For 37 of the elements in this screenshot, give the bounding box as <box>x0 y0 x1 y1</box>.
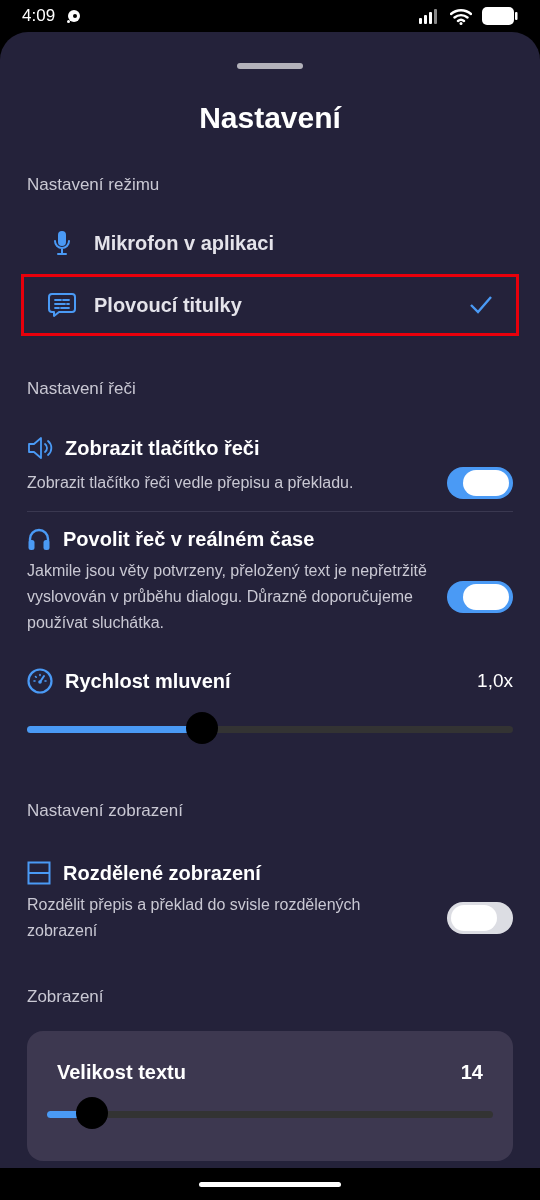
battery-icon <box>482 7 518 25</box>
home-indicator[interactable] <box>199 1181 341 1187</box>
section-heading: Nastavení řeči <box>27 377 137 400</box>
drag-handle[interactable] <box>237 63 303 69</box>
wifi-icon <box>450 7 472 25</box>
mode-option[interactable]: Mikrofon v aplikaci <box>21 211 519 274</box>
card-title: Velikost textu <box>57 1060 187 1085</box>
slider[interactable] <box>27 712 513 746</box>
toggle-switch[interactable] <box>447 467 513 499</box>
toggle-switch[interactable] <box>447 901 513 934</box>
status-time: 4:09 <box>22 5 56 28</box>
section-heading: Nastavení režimu <box>27 174 161 196</box>
section-heading: Nastavení zobrazení <box>27 800 184 822</box>
microphone-icon <box>53 229 71 256</box>
speaker-icon <box>27 436 53 460</box>
speedometer-icon <box>27 668 53 694</box>
setting-description: Rozdělit přepis a překlad do svisle rozdělených zobrazení <box>27 894 362 941</box>
setting-description: Jakmile jsou věty potvrzeny, přeložený text je nepřetržitě vyslovován v průběhu dialogu. Důrazně doporučujeme používat sluchátka. <box>27 561 428 633</box>
checkmark-icon <box>470 295 492 314</box>
option-label: Plovoucí titulky <box>94 292 243 318</box>
sheet-title: Nastavení <box>198 100 343 136</box>
speed-value: 1,0x <box>477 668 513 693</box>
text-size-value: 14 <box>460 1060 483 1085</box>
split-view-icon <box>27 860 51 885</box>
section-heading: Zobrazení <box>27 985 105 1008</box>
slider[interactable] <box>47 1097 493 1131</box>
headphones-icon <box>27 527 51 551</box>
setting-title: Zobrazit tlačítko řeči <box>65 436 260 461</box>
setting-title: Rozdělené zobrazení <box>63 860 261 886</box>
mode-option[interactable]: Plovoucí titulky <box>21 273 519 336</box>
signal-icon <box>418 8 440 24</box>
setting-description: Zobrazit tlačítko řeči vedle přepisu a překladu. <box>27 473 355 493</box>
chat-lines-icon <box>48 291 76 318</box>
toggle-switch[interactable] <box>447 581 513 613</box>
option-label: Mikrofon v aplikaci <box>94 230 276 256</box>
setting-title: Povolit řeč v reálném čase <box>63 527 315 552</box>
setting-title: Rychlost mluvení <box>65 669 232 694</box>
